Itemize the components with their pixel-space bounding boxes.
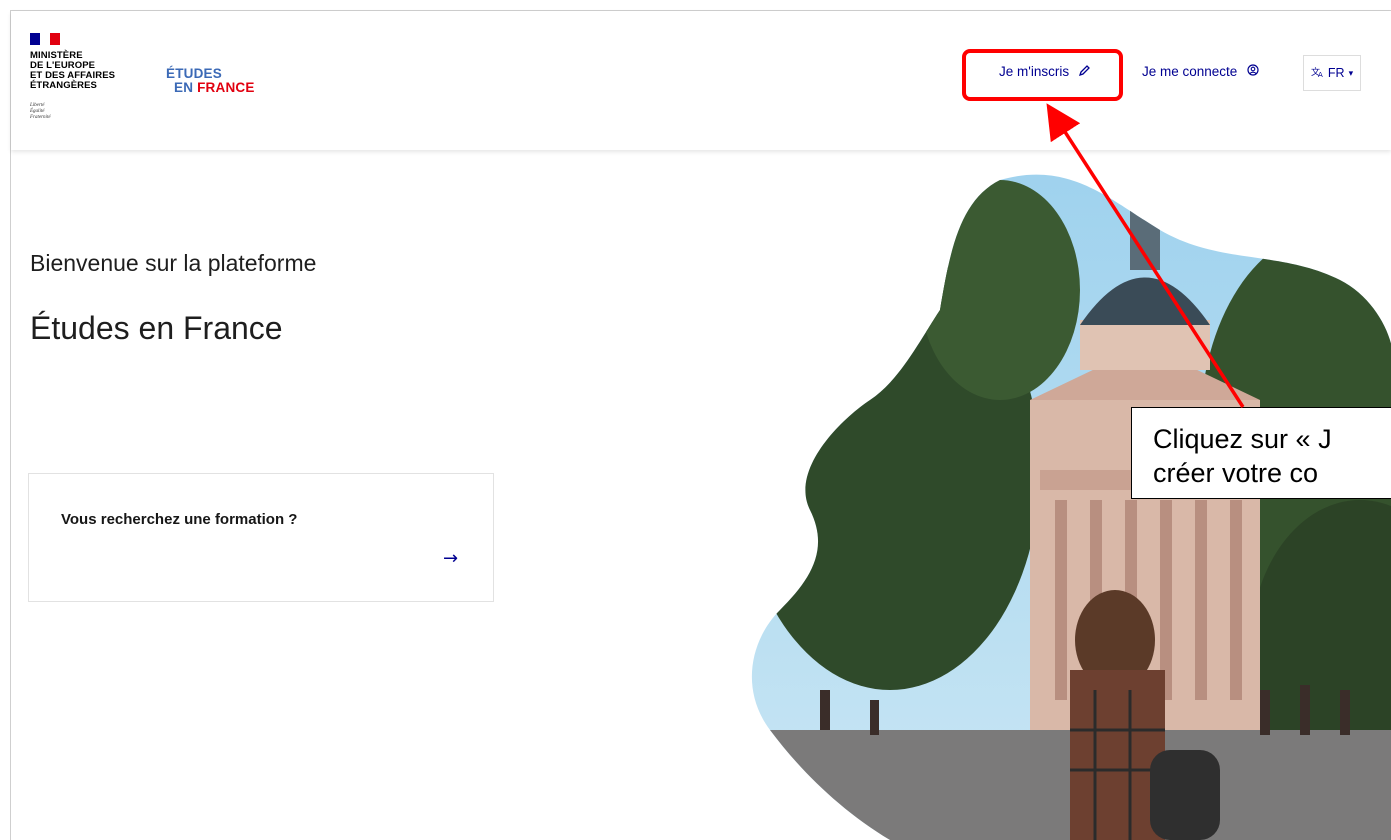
french-flag-icon: [30, 33, 60, 45]
logo-france: FRANCE: [197, 80, 255, 95]
card-title: Vous recherchez une formation ?: [61, 511, 298, 528]
logo-line-en-france: EN FRANCE: [174, 81, 255, 95]
republic-motto: Liberté Égalité Fraternité: [30, 103, 51, 121]
instruction-callout: Cliquez sur « J créer votre co: [1131, 407, 1391, 499]
login-link[interactable]: Je me connecte: [1142, 64, 1259, 79]
etudes-en-france-logo[interactable]: ÉTUDES EN FRANCE: [166, 67, 255, 95]
signup-highlight-box: [962, 49, 1123, 101]
user-circle-icon: [1247, 64, 1259, 79]
welcome-heading: Bienvenue sur la plateforme: [30, 250, 317, 276]
login-label: Je me connecte: [1142, 64, 1238, 79]
motto-line: Fraternité: [30, 115, 51, 120]
logo-en: EN: [174, 80, 194, 95]
translate-icon: 文A: [1311, 66, 1324, 81]
ministry-logo[interactable]: MINISTÈRE DE L'EUROPE ET DES AFFAIRES ÉT…: [30, 51, 115, 91]
callout-line: créer votre co: [1153, 458, 1319, 488]
page-title: Études en France: [30, 310, 283, 346]
ministry-line: ÉTRANGÈRES: [30, 80, 97, 91]
sorbonne-photo: [751, 174, 1391, 840]
svg-text:A: A: [1318, 71, 1323, 78]
logo-line-etudes: ÉTUDES: [166, 66, 222, 81]
language-label: FR: [1327, 66, 1345, 80]
chevron-down-icon: ▾: [1348, 67, 1354, 78]
language-selector[interactable]: 文A FR ▾: [1303, 55, 1361, 91]
search-training-card[interactable]: Vous recherchez une formation ? →: [28, 473, 494, 602]
callout-line: Cliquez sur « J: [1153, 424, 1332, 454]
arrow-right-icon: →: [443, 548, 459, 569]
